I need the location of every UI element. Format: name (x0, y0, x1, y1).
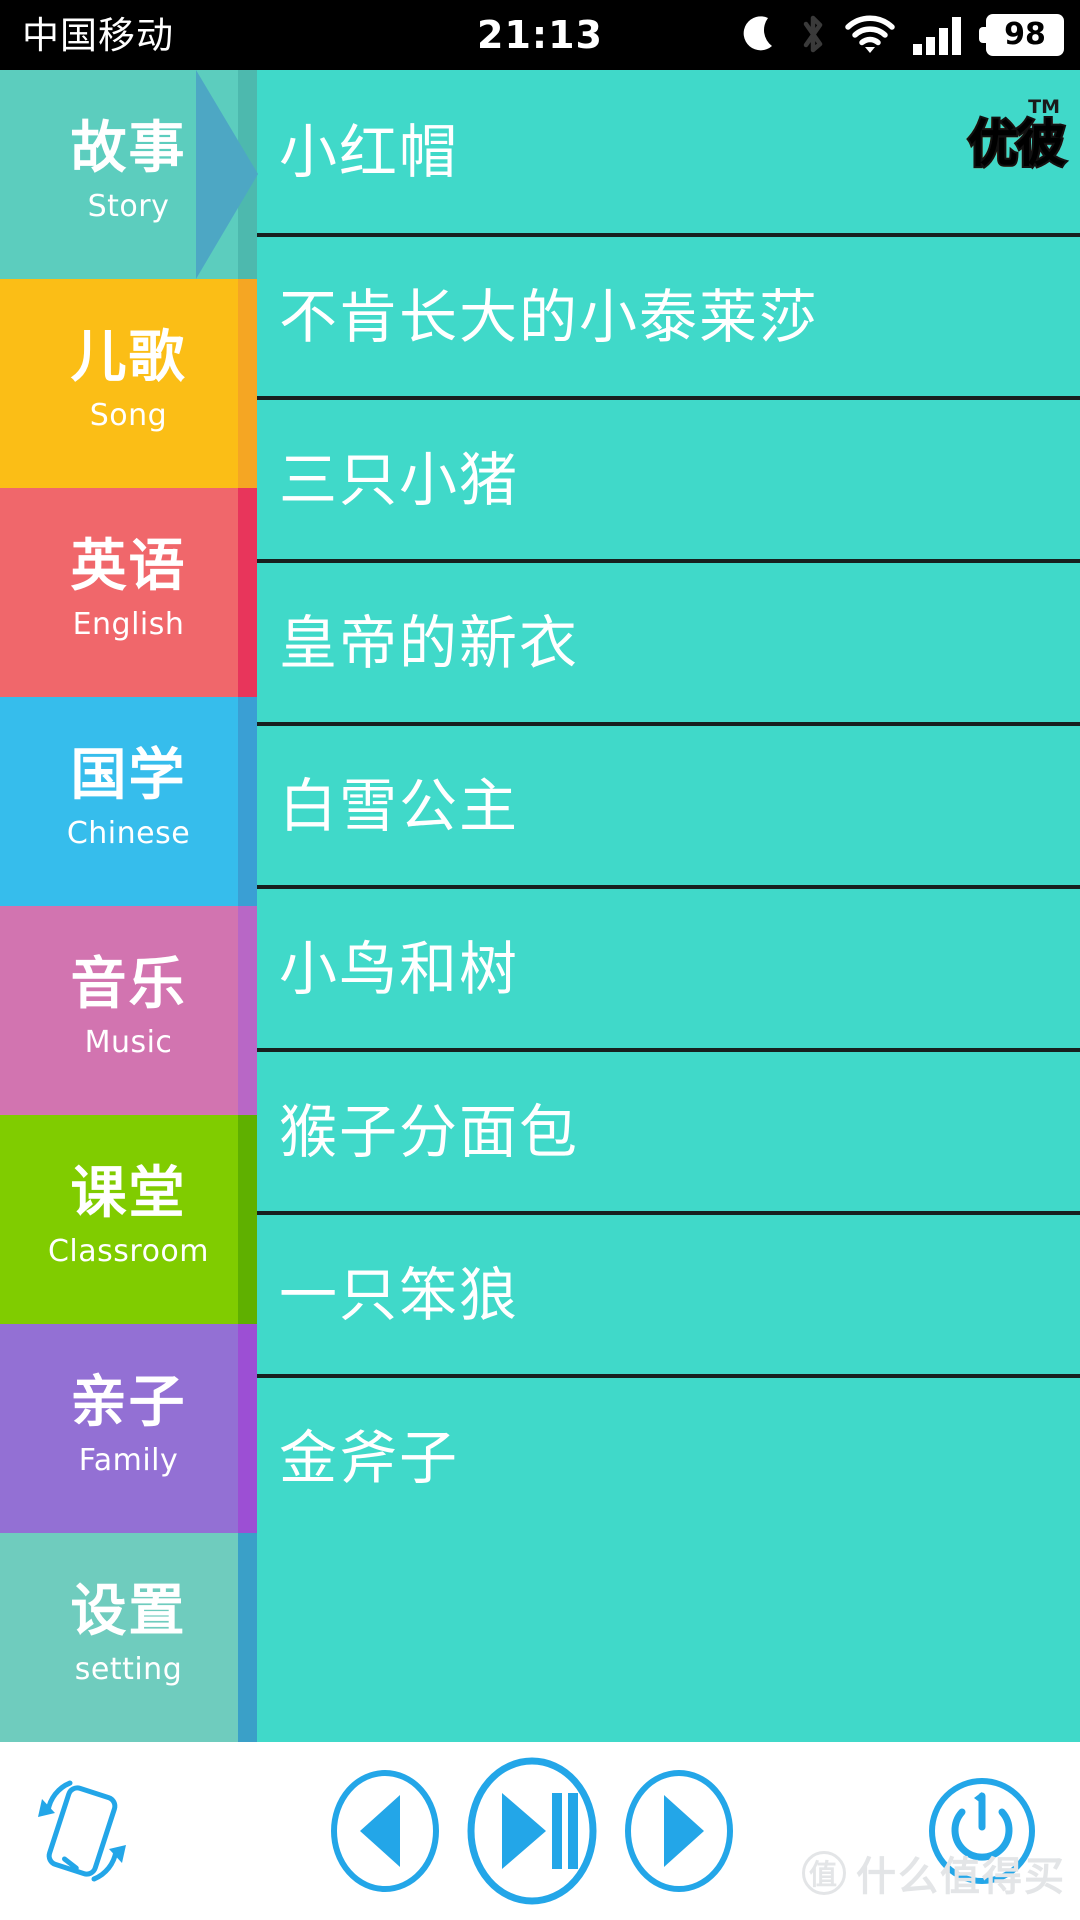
list-item[interactable]: 白雪公主 (257, 722, 1080, 885)
play-pause-button[interactable] (466, 1757, 598, 1905)
play-pause-icon (467, 1757, 597, 1905)
next-icon (625, 1770, 733, 1892)
power-button[interactable] (926, 1772, 1038, 1890)
list-item[interactable]: 小鸟和树 (257, 885, 1080, 1048)
sidebar-item-label-en: Chinese (66, 816, 191, 852)
previous-icon (331, 1770, 439, 1892)
list-item[interactable]: 猴子分面包 (257, 1048, 1080, 1211)
list-item[interactable]: 一只笨狼 (257, 1211, 1080, 1374)
sidebar-item-label-cn: 设置 (70, 1578, 187, 1644)
sidebar-item-stripe (238, 906, 257, 1115)
list-item[interactable]: 皇帝的新衣 (257, 559, 1080, 722)
wifi-icon (845, 15, 895, 53)
sidebar-item-label-cn: 亲子 (70, 1369, 187, 1435)
list-item-title: 小红帽 (279, 117, 460, 186)
sidebar-item-label-en: Story (87, 189, 170, 225)
watermark-badge: 值 (802, 1851, 846, 1895)
playback-control-bar: 值 什么值得买 (0, 1742, 1080, 1920)
logo-wordmark: 优彼 (956, 117, 1068, 171)
signal-icon (913, 17, 961, 55)
list-item[interactable]: 金斧子 (257, 1374, 1080, 1537)
list-item-title: 白雪公主 (279, 771, 520, 840)
sidebar-item-stripe (238, 279, 257, 488)
transport-controls (330, 1757, 734, 1905)
app-body: 故事 Story 儿歌 Song 英语 English 国学 Chinese 音乐 Music 课堂… (0, 70, 1080, 1742)
brand-logo: TM 优彼 (956, 98, 1068, 188)
sidebar-item-stripe (238, 1115, 257, 1324)
status-bar: 中国移动 21:13 98 (0, 0, 1080, 70)
sidebar-item-stripe (238, 488, 257, 697)
sidebar-item-family[interactable]: 亲子 Family (0, 1324, 257, 1533)
sidebar-item-label-en: English (72, 607, 185, 643)
rotate-screen-button[interactable] (22, 1769, 142, 1893)
sidebar-item-label-cn: 故事 (70, 115, 187, 181)
story-list: 小红帽不肯长大的小泰莱莎 三只小猪皇帝的新衣白雪公主小鸟和树猴子分面包一只笨狼金斧… (257, 70, 1080, 1742)
status-icon-group: 98 (742, 0, 1064, 70)
battery-level: 98 (1004, 17, 1046, 52)
list-item-title: 皇帝的新衣 (279, 608, 580, 677)
list-item[interactable]: 不肯长大的小泰莱莎 (257, 233, 1080, 396)
sidebar-item-chinese[interactable]: 国学 Chinese (0, 697, 257, 906)
sidebar-item-story[interactable]: 故事 Story (0, 70, 257, 279)
sidebar-item-setting[interactable]: 设置 setting (0, 1533, 257, 1742)
list-item[interactable]: 三只小猪 (257, 396, 1080, 559)
list-item-title: 金斧子 (279, 1423, 460, 1492)
sidebar-item-music[interactable]: 音乐 Music (0, 906, 257, 1115)
next-button[interactable] (624, 1769, 734, 1893)
moon-icon (743, 16, 772, 51)
list-item-title: 小鸟和树 (279, 934, 520, 1003)
sidebar-item-stripe (238, 1533, 257, 1742)
power-icon (929, 1778, 1035, 1884)
sidebar-item-label-cn: 课堂 (70, 1160, 187, 1226)
list-item-title: 一只笨狼 (279, 1260, 520, 1329)
sidebar-item-label-cn: 音乐 (70, 951, 187, 1017)
list-item-title: 猴子分面包 (279, 1097, 580, 1166)
sidebar-item-stripe (238, 70, 257, 279)
battery-icon: 98 (979, 14, 1064, 56)
list-item-title: 不肯长大的小泰莱莎 (279, 282, 820, 351)
sidebar-item-label-en: Music (84, 1025, 173, 1061)
sidebar-item-label-cn: 国学 (70, 742, 187, 808)
sidebar-item-label-en: Classroom (47, 1234, 210, 1270)
rotate-screen-icon (38, 1780, 126, 1882)
previous-button[interactable] (330, 1769, 440, 1893)
sidebar-item-english[interactable]: 英语 English (0, 488, 257, 697)
bluetooth-icon (803, 15, 823, 53)
sidebar-item-stripe (238, 697, 257, 906)
sidebar-item-song[interactable]: 儿歌 Song (0, 279, 257, 488)
list-item-title: 三只小猪 (279, 445, 520, 514)
sidebar-item-label-cn: 英语 (70, 533, 187, 599)
sidebar-item-classroom[interactable]: 课堂 Classroom (0, 1115, 257, 1324)
sidebar-item-label-cn: 儿歌 (70, 324, 187, 390)
category-sidebar: 故事 Story 儿歌 Song 英语 English 国学 Chinese 音乐 Music 课堂… (0, 70, 257, 1742)
sidebar-item-label-en: Song (89, 398, 168, 434)
sidebar-item-label-en: Family (78, 1443, 179, 1479)
sidebar-item-stripe (238, 1324, 257, 1533)
sidebar-item-label-en: setting (74, 1652, 183, 1688)
